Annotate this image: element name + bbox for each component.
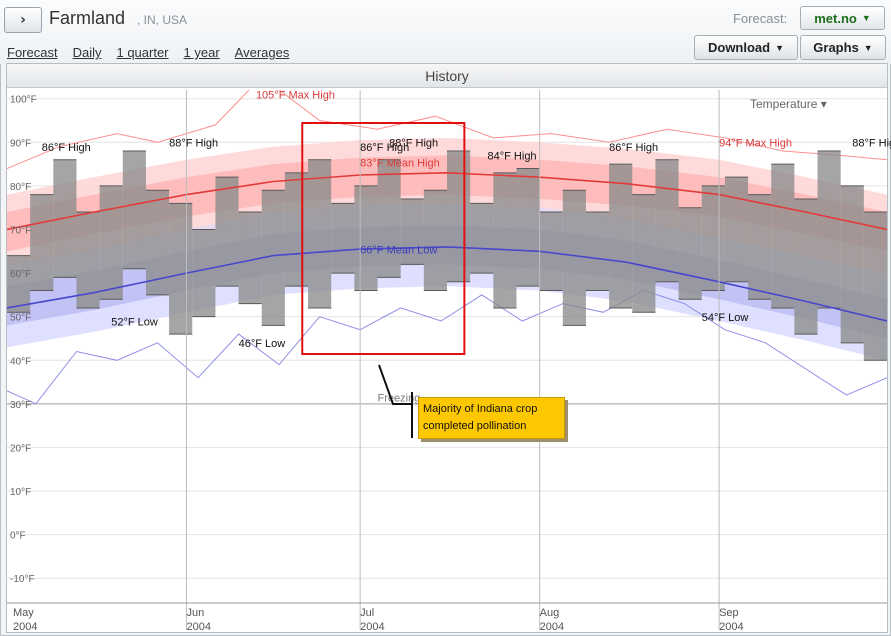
observed-bar bbox=[863, 212, 887, 361]
chart-annotation: 46°F Low bbox=[239, 338, 286, 350]
y-tick-label: 50°F bbox=[10, 313, 31, 324]
chart-annotation: 88°F High bbox=[169, 138, 218, 150]
y-tick-label: 100°F bbox=[10, 95, 37, 106]
observed-bar bbox=[215, 177, 239, 287]
chart-annotation: 52°F Low bbox=[111, 316, 158, 328]
y-tick-label: 30°F bbox=[10, 400, 31, 411]
y-tick-label: 70°F bbox=[10, 225, 31, 236]
y-tick-label: 10°F bbox=[10, 487, 31, 498]
x-tick-month: Jul bbox=[360, 607, 374, 619]
observed-bar bbox=[771, 164, 795, 308]
metric-selector: Temperature ▾ bbox=[750, 97, 827, 111]
observed-bar bbox=[562, 190, 586, 326]
x-tick-year: 2004 bbox=[719, 621, 743, 633]
chart-annotation: 86°F High bbox=[42, 142, 91, 154]
chart-annotation: 84°F High bbox=[488, 151, 537, 163]
pollination-callout: Majority of Indiana crop completed polli… bbox=[418, 397, 565, 439]
observed-bar bbox=[887, 229, 888, 368]
observed-bar bbox=[447, 151, 471, 282]
observed-bar bbox=[840, 185, 864, 343]
observed-bar bbox=[354, 185, 378, 291]
chart-annotation: 66°F Mean Low bbox=[360, 244, 437, 256]
x-tick-month: Aug bbox=[540, 607, 560, 619]
observed-bar bbox=[609, 164, 633, 308]
chart-annotation: Freezing bbox=[378, 393, 421, 405]
observed-bar bbox=[748, 194, 772, 300]
observed-bar bbox=[470, 203, 494, 274]
x-tick-month: Jun bbox=[186, 607, 204, 619]
y-tick-label: 20°F bbox=[10, 443, 31, 454]
chart-annotation: 88°F High bbox=[852, 138, 891, 150]
y-tick-label: 90°F bbox=[10, 138, 31, 149]
observed-bar bbox=[516, 168, 540, 287]
observed-bar bbox=[678, 207, 702, 300]
observed-bar bbox=[655, 159, 679, 282]
chart-annotation: 54°F Low bbox=[702, 312, 749, 324]
x-tick-year: 2004 bbox=[360, 621, 384, 633]
x-tick-year: 2004 bbox=[13, 621, 37, 633]
chart-annotation: 83°F Mean High bbox=[360, 157, 440, 169]
observed-bar bbox=[308, 159, 332, 308]
observed-bar bbox=[377, 159, 401, 278]
observed-bar bbox=[817, 151, 841, 308]
chart-annotation: 86°F High bbox=[609, 142, 658, 154]
y-tick-label: -10°F bbox=[10, 574, 35, 585]
observed-bar bbox=[192, 229, 216, 317]
observed-bar bbox=[632, 194, 656, 313]
chart-annotation: 88°F High bbox=[389, 138, 438, 150]
observed-bar bbox=[122, 151, 146, 269]
observed-bar bbox=[794, 198, 818, 335]
x-tick-year: 2004 bbox=[540, 621, 564, 633]
observed-bar bbox=[423, 190, 447, 291]
y-tick-label: 80°F bbox=[10, 182, 31, 193]
x-tick-month: Sep bbox=[719, 607, 739, 619]
y-tick-label: 60°F bbox=[10, 269, 31, 280]
y-tick-label: 40°F bbox=[10, 356, 31, 367]
observed-bar bbox=[30, 194, 54, 291]
chart-annotation: 105°F Max High bbox=[256, 90, 335, 102]
x-tick-month: May bbox=[13, 607, 34, 619]
observed-bar bbox=[99, 185, 123, 300]
observed-bar bbox=[284, 172, 309, 287]
observed-bar bbox=[701, 185, 725, 291]
observed-bar bbox=[493, 172, 517, 308]
y-tick-label: 0°F bbox=[10, 531, 26, 542]
observed-bar bbox=[169, 203, 193, 335]
history-chart: 100°F 90°F 80°F 70°F 60°F 50°F 40°F 30°F 20°F 10°… bbox=[7, 90, 891, 633]
observed-bar bbox=[585, 212, 610, 291]
observed-bar bbox=[331, 203, 355, 274]
observed-bar bbox=[724, 177, 749, 282]
chart-annotation: 94°F Max High bbox=[719, 138, 792, 150]
x-tick-year: 2004 bbox=[186, 621, 210, 633]
